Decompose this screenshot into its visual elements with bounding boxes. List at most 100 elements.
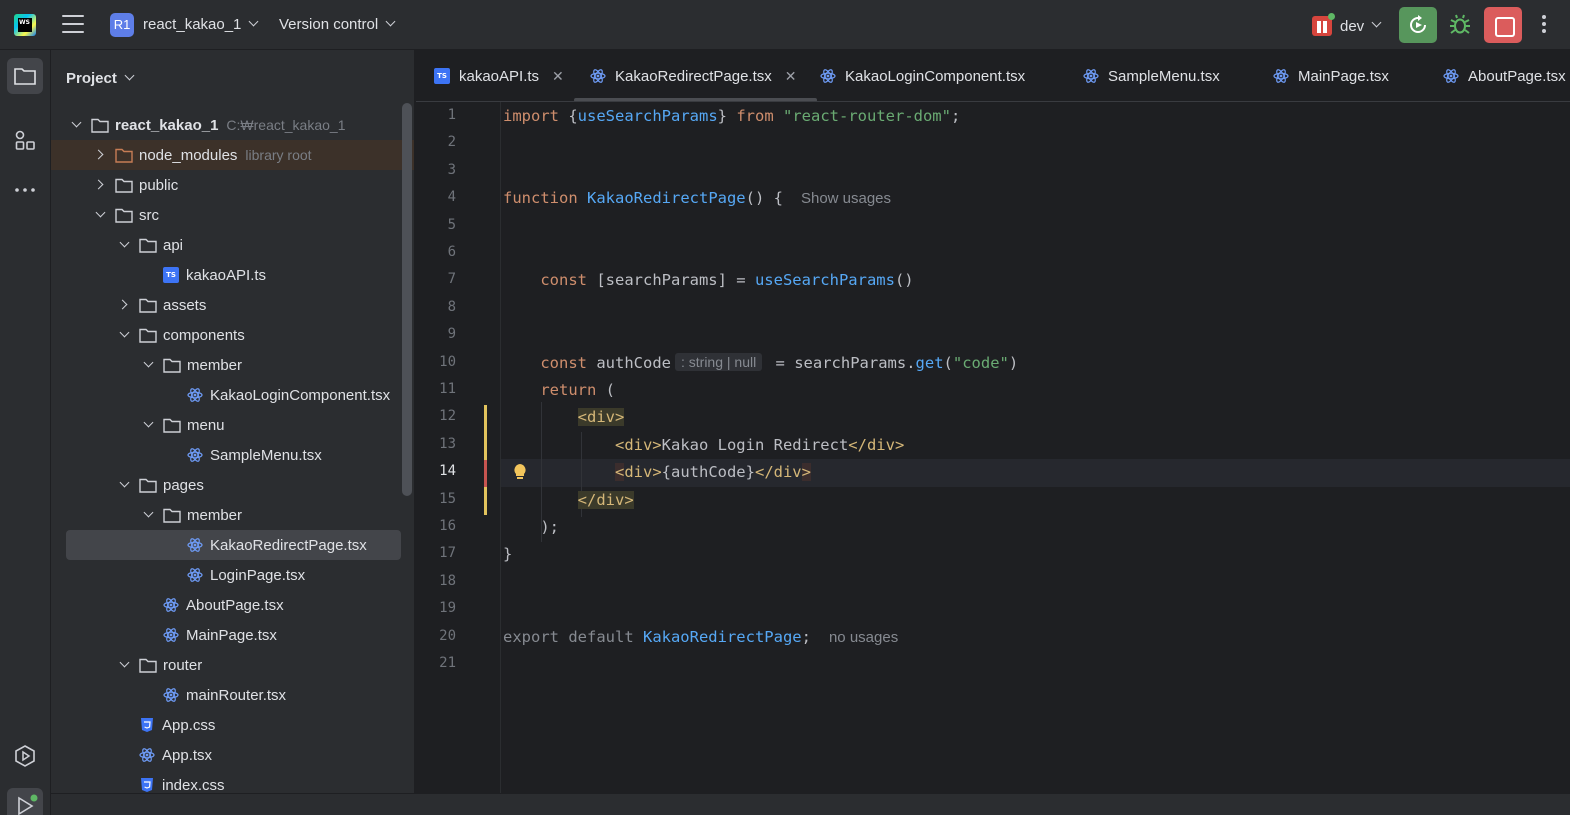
editor-tab[interactable]: KakaoRedirectPage.tsx ✕ bbox=[574, 50, 816, 101]
code-line[interactable]: const authCode: string | null = searchPa… bbox=[503, 352, 1018, 372]
rerun-button[interactable] bbox=[1399, 7, 1437, 43]
tree-item[interactable]: App.tsx bbox=[51, 740, 414, 770]
chevron-down-icon[interactable] bbox=[69, 117, 85, 133]
line-number: 8 bbox=[447, 298, 456, 315]
folder-icon bbox=[115, 148, 133, 163]
version-control-menu[interactable]: Version control bbox=[279, 16, 396, 33]
project-selector[interactable]: react_kakao_1 bbox=[143, 16, 259, 33]
chevron-down-icon[interactable] bbox=[93, 207, 109, 223]
tree-item[interactable]: index.css bbox=[51, 770, 414, 793]
tree-item[interactable]: MainPage.tsx bbox=[51, 620, 414, 650]
line-number: 5 bbox=[447, 216, 456, 233]
tree-item-label: components bbox=[163, 326, 245, 344]
tree-item[interactable]: react_kakao_1 C:₩react_kakao_1 bbox=[51, 110, 414, 140]
line-number: 21 bbox=[439, 655, 456, 671]
stop-button[interactable] bbox=[1484, 7, 1522, 43]
tree-item[interactable]: AboutPage.tsx bbox=[51, 590, 414, 620]
more-tools-button[interactable] bbox=[7, 172, 43, 208]
react-file-icon bbox=[187, 537, 203, 553]
tree-item[interactable]: components bbox=[51, 320, 414, 350]
folder-icon bbox=[163, 418, 181, 433]
tree-item[interactable]: menu bbox=[51, 410, 414, 440]
tree-item[interactable]: router bbox=[51, 650, 414, 680]
project-badge[interactable]: R1 bbox=[110, 13, 134, 37]
chevron-right-icon[interactable] bbox=[93, 147, 109, 163]
structure-tool-button[interactable] bbox=[7, 122, 43, 158]
tree-item[interactable]: public bbox=[51, 170, 414, 200]
folder-icon bbox=[139, 478, 157, 493]
project-panel-header[interactable]: Project bbox=[66, 70, 135, 87]
chevron-down-icon[interactable] bbox=[117, 477, 133, 493]
code-token: { bbox=[568, 107, 578, 125]
code-line[interactable]: return ( bbox=[503, 381, 615, 399]
line-number: 20 bbox=[439, 627, 456, 644]
code-token: div> bbox=[624, 463, 662, 482]
tree-scrollbar[interactable] bbox=[402, 103, 412, 496]
services-tool-button[interactable] bbox=[7, 738, 43, 774]
code-line[interactable]: const [searchParams] = useSearchParams() bbox=[503, 271, 913, 289]
code-token: KakaoRedirectPage bbox=[642, 627, 802, 646]
line-number: 1 bbox=[447, 107, 456, 123]
inlay-hint[interactable]: no usages bbox=[829, 629, 898, 646]
tree-item[interactable]: member bbox=[51, 500, 414, 530]
code-line[interactable]: <div> bbox=[503, 408, 625, 427]
tree-item[interactable]: src bbox=[51, 200, 414, 230]
tree-item[interactable]: api bbox=[51, 230, 414, 260]
tab-label: KakaoRedirectPage.tsx bbox=[615, 67, 772, 85]
vcs-change-marker-error[interactable] bbox=[484, 460, 487, 487]
close-tab-icon[interactable]: ✕ bbox=[785, 68, 797, 85]
editor-tab[interactable]: SampleMenu.tsx bbox=[1083, 50, 1220, 101]
code-line[interactable]: <div>Kakao Login Redirect</div> bbox=[503, 436, 904, 454]
code-token: Kakao Login Redirect bbox=[661, 435, 849, 454]
code-line[interactable]: ); bbox=[503, 518, 559, 536]
code-line[interactable]: export default KakaoRedirectPage; no usag… bbox=[503, 628, 898, 646]
tree-item[interactable]: member bbox=[51, 350, 414, 380]
chevron-right-icon[interactable] bbox=[93, 177, 109, 193]
chevron-down-icon[interactable] bbox=[117, 237, 133, 253]
tree-item[interactable]: KakaoRedirectPage.tsx bbox=[51, 530, 414, 560]
code-line[interactable]: import {useSearchParams} from "react-rou… bbox=[503, 107, 960, 125]
code-line[interactable]: <div>{authCode}</div> bbox=[503, 463, 811, 482]
chevron-down-icon[interactable] bbox=[141, 357, 157, 373]
react-file-icon bbox=[187, 387, 203, 403]
code-token: {authCode} bbox=[661, 463, 755, 482]
chevron-down-icon[interactable] bbox=[117, 657, 133, 673]
tree-item[interactable]: App.css bbox=[51, 710, 414, 740]
code-line[interactable]: </div> bbox=[503, 490, 634, 509]
run-tool-button[interactable] bbox=[7, 788, 43, 815]
project-tool-button[interactable] bbox=[7, 58, 43, 94]
editor-tab[interactable]: TS kakaoAPI.ts ✕ bbox=[434, 50, 564, 101]
inlay-hint[interactable]: Show usages bbox=[801, 190, 891, 207]
editor-tab[interactable]: MainPage.tsx bbox=[1273, 50, 1389, 101]
code-token: KakaoRedirectPage bbox=[587, 189, 746, 208]
close-tab-icon[interactable]: ✕ bbox=[552, 68, 564, 85]
debug-button[interactable] bbox=[1448, 13, 1472, 37]
tree-item[interactable]: mainRouter.tsx bbox=[51, 680, 414, 710]
tree-item[interactable]: SampleMenu.tsx bbox=[51, 440, 414, 470]
main-menu-icon[interactable] bbox=[62, 15, 84, 35]
tree-item[interactable]: pages bbox=[51, 470, 414, 500]
rerun-icon bbox=[1410, 15, 1426, 33]
webstorm-logo-icon[interactable]: WS bbox=[14, 14, 36, 36]
branch-selector[interactable]: dev bbox=[1312, 13, 1382, 36]
editor-tab[interactable]: KakaoLoginComponent.tsx bbox=[820, 50, 1025, 101]
react-file-icon bbox=[187, 447, 203, 463]
tree-item[interactable]: KakaoLoginComponent.tsx bbox=[51, 380, 414, 410]
chevron-right-icon[interactable] bbox=[117, 297, 133, 313]
tree-item[interactable]: assets bbox=[51, 290, 414, 320]
code-editor[interactable]: 1 2 3 4 5 6 7 8 9 10 11 12 13 14 15 16 17 18 19 20 21 import… bbox=[416, 102, 1570, 793]
run-config-icon bbox=[1312, 13, 1335, 36]
tree-item[interactable]: node_modules library root bbox=[51, 140, 414, 170]
chevron-down-icon[interactable] bbox=[117, 327, 133, 343]
code-line[interactable]: function KakaoRedirectPage() {Show usage… bbox=[503, 189, 891, 207]
code-token: <div> bbox=[577, 408, 625, 427]
chevron-down-icon[interactable] bbox=[141, 507, 157, 523]
code-line[interactable]: } bbox=[503, 545, 512, 563]
folder-icon bbox=[163, 508, 181, 523]
editor-tab[interactable]: AboutPage.tsx bbox=[1443, 50, 1566, 101]
tree-item[interactable]: TS kakaoAPI.ts bbox=[51, 260, 414, 290]
more-options-icon[interactable] bbox=[1540, 15, 1548, 37]
tree-item[interactable]: LoginPage.tsx bbox=[51, 560, 414, 590]
code-token: export default bbox=[503, 627, 643, 646]
chevron-down-icon[interactable] bbox=[141, 417, 157, 433]
